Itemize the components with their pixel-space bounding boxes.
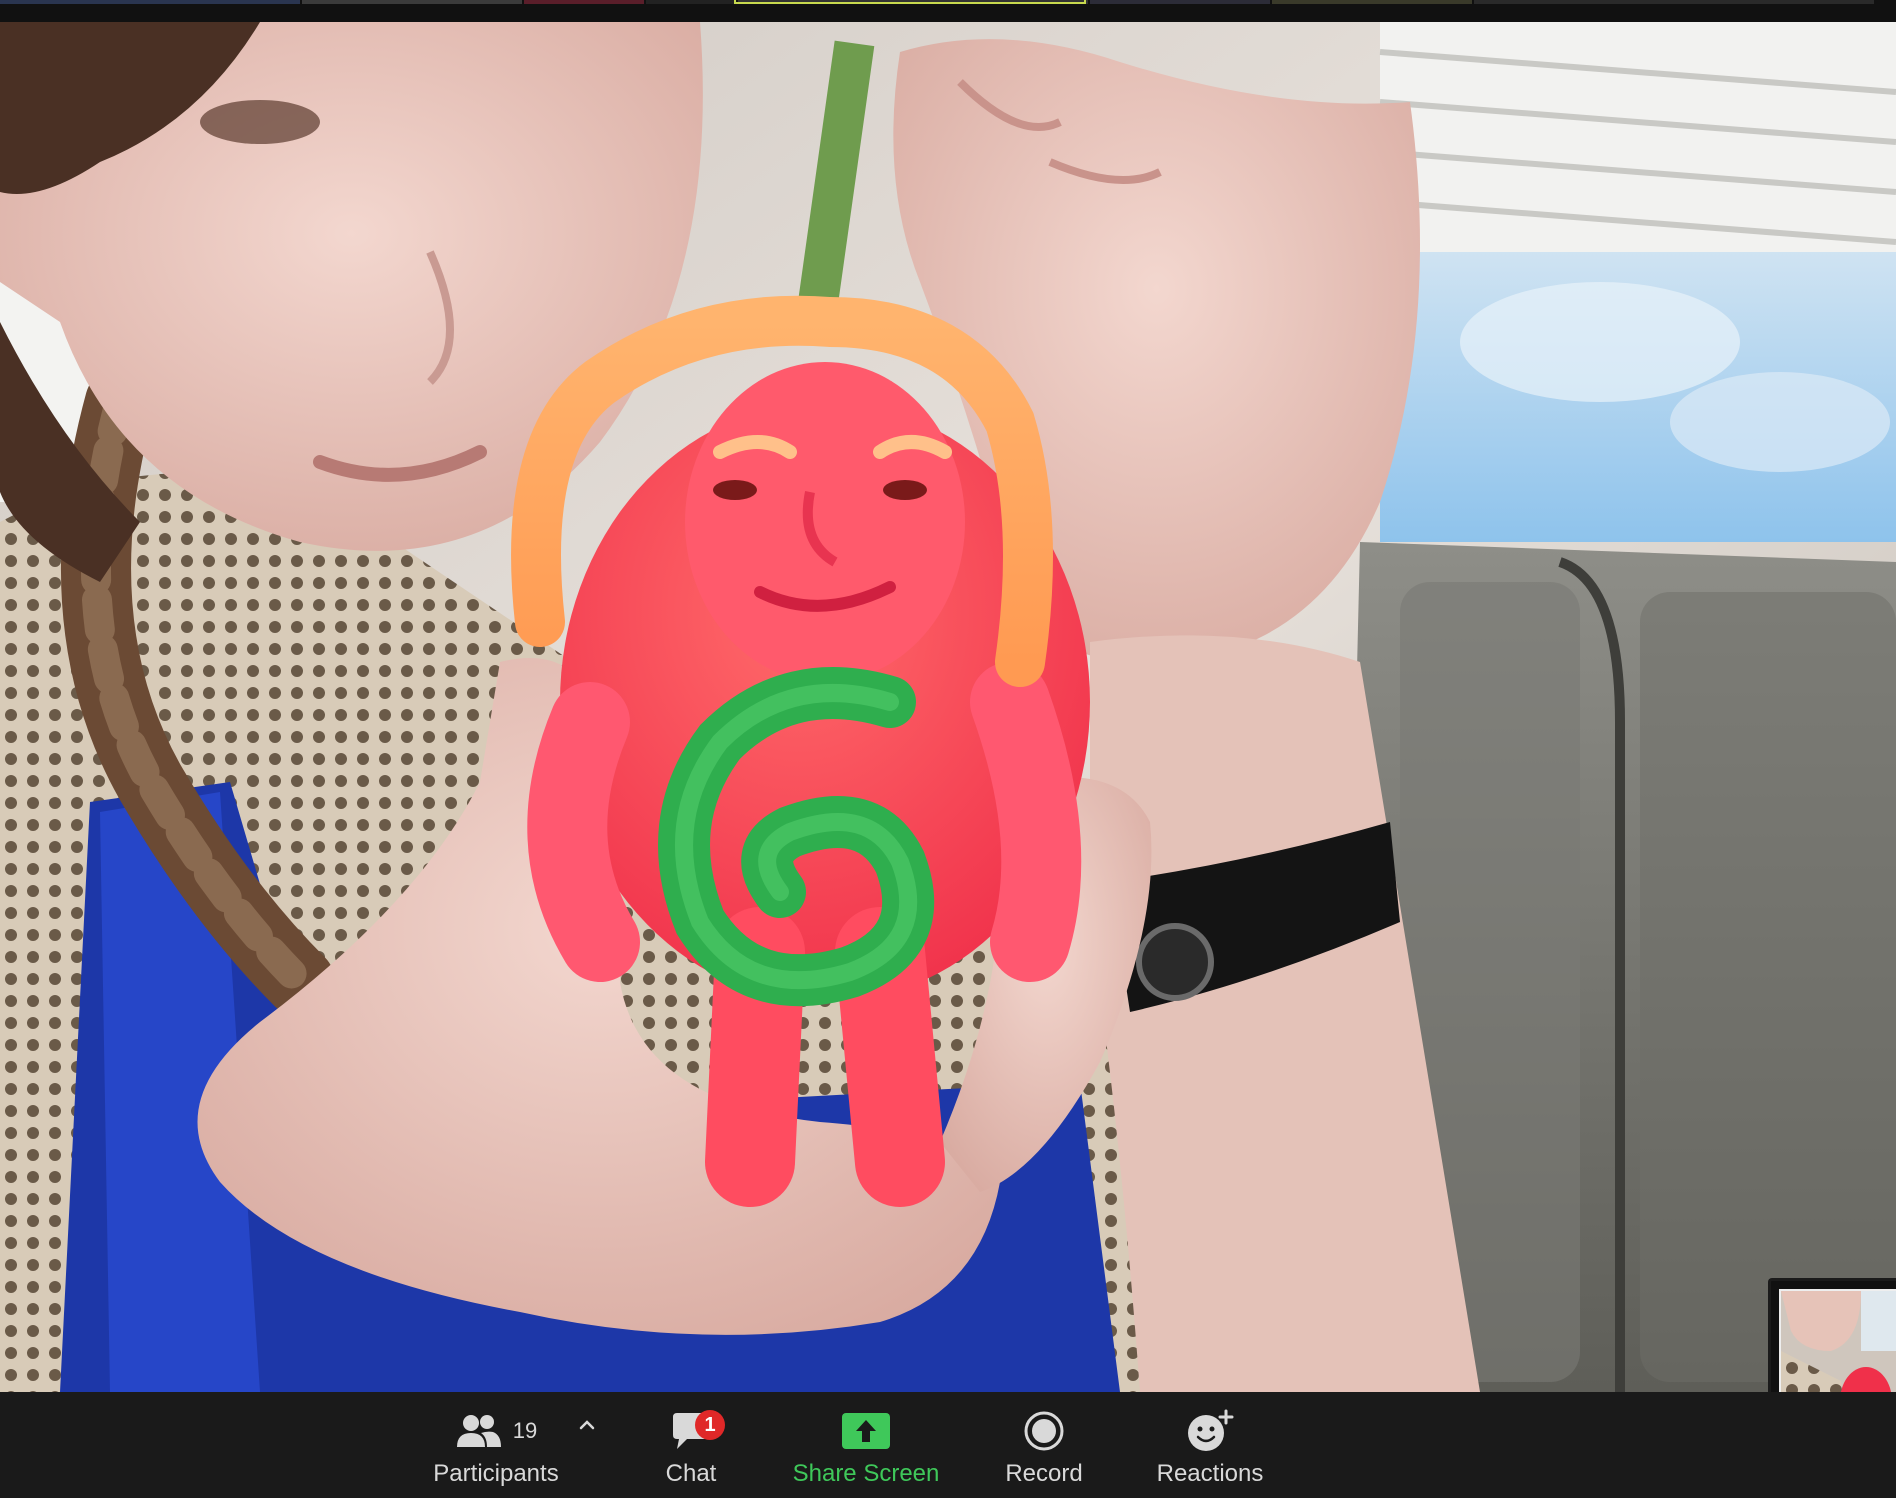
gallery-strip[interactable]: [0, 0, 1896, 22]
window-blinds: [1379, 22, 1896, 542]
gallery-thumbnail[interactable]: [302, 0, 522, 4]
participants-icon-wrap: 19: [455, 1406, 537, 1456]
chat-label: Chat: [665, 1460, 717, 1487]
reactions-label: Reactions: [1156, 1460, 1264, 1487]
participants-label: Participants: [433, 1460, 559, 1487]
meeting-toolbar: 19 Participants 1 Chat Share Screen Reco…: [0, 1392, 1896, 1498]
reactions-icon-wrap: [1186, 1406, 1234, 1456]
gallery-thumbnail[interactable]: [1272, 0, 1472, 4]
participants-options-caret[interactable]: [576, 1414, 598, 1436]
chevron-up-icon: [579, 1420, 595, 1430]
chat-icon-wrap: 1: [661, 1406, 725, 1456]
chat-unread-badge: 1: [695, 1410, 725, 1440]
gallery-thumbnail[interactable]: [1474, 0, 1874, 4]
record-icon: [1024, 1411, 1064, 1451]
share-screen-button[interactable]: Share Screen: [786, 1392, 946, 1498]
record-button[interactable]: Record: [996, 1392, 1092, 1498]
zoom-meeting-window: 19 Participants 1 Chat Share Screen Reco…: [0, 0, 1896, 1498]
participants-count: 19: [512, 1418, 538, 1443]
active-speaker-frame: [734, 0, 1086, 4]
record-icon-wrap: [1023, 1406, 1065, 1456]
participants-icon: [456, 1415, 501, 1447]
share-screen-icon: [842, 1413, 890, 1449]
reactions-icon: [1188, 1409, 1234, 1451]
video-frame: [0, 22, 1896, 1392]
share-screen-icon-wrap: [842, 1406, 890, 1456]
record-label: Record: [1005, 1460, 1083, 1487]
gallery-thumbnail[interactable]: [1090, 0, 1270, 4]
share-screen-label: Share Screen: [792, 1460, 940, 1487]
gallery-thumbnail[interactable]: [646, 0, 736, 4]
reactions-button[interactable]: Reactions: [1148, 1392, 1272, 1498]
active-speaker-video: [0, 22, 1896, 1392]
gallery-thumbnail[interactable]: [0, 0, 300, 4]
participants-button[interactable]: 19 Participants: [428, 1392, 564, 1498]
gallery-thumbnail[interactable]: [524, 0, 644, 4]
chat-button[interactable]: 1 Chat: [646, 1392, 736, 1498]
